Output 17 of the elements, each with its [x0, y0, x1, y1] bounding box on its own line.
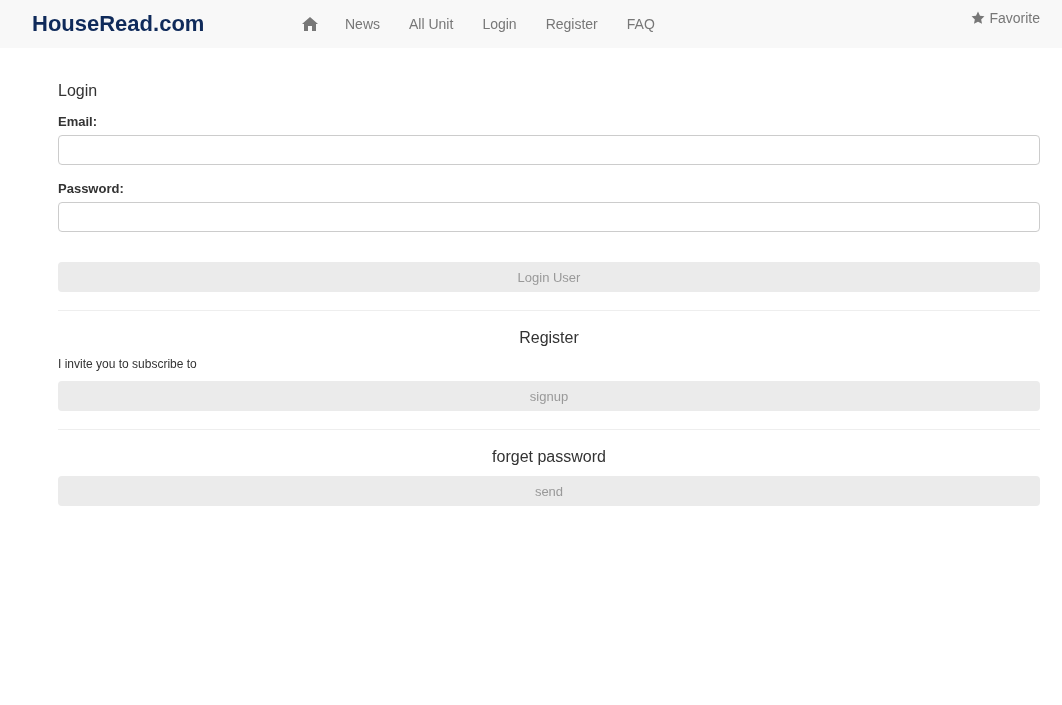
brand-link[interactable]: HouseRead.com [32, 11, 302, 37]
favorite-link[interactable]: Favorite [971, 10, 1040, 26]
star-icon [971, 11, 986, 25]
nav-link[interactable]: All Unit [409, 16, 454, 32]
section-heading: Login [58, 82, 99, 100]
section-heading: forget password [491, 448, 607, 466]
nav-link[interactable]: FAQ [626, 16, 655, 32]
section-heading: Register [518, 329, 580, 347]
input-field[interactable] [58, 202, 1040, 232]
nav-link[interactable]: Login [482, 16, 517, 32]
nav-link[interactable]: Register [545, 16, 598, 32]
home-icon[interactable] [302, 17, 318, 31]
field-label: Email: [58, 114, 97, 129]
field-label: Password: [58, 181, 124, 196]
invite-text: I invite you to subscribe to [58, 357, 198, 371]
input-field[interactable] [58, 135, 1040, 165]
nav-link[interactable]: News [345, 16, 380, 32]
